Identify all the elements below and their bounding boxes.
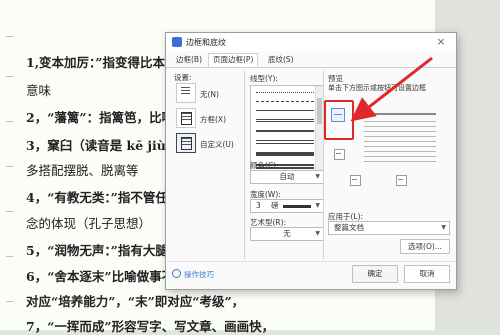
tab-shading[interactable]: 底纹(S): [264, 54, 298, 66]
preview-page-lines: [364, 113, 436, 165]
close-icon[interactable]: ×: [434, 35, 448, 49]
tips-label: 操作技巧: [184, 270, 214, 279]
dialog-tabs: 边框(B) 页面边框(P) 底纹(S): [166, 53, 456, 68]
tips-icon: [172, 269, 181, 278]
setting-custom-label[interactable]: 自定义(U): [200, 139, 234, 150]
chevron-down-icon: ▼: [315, 202, 320, 209]
right-border-icon[interactable]: [396, 175, 407, 186]
line-style-dashed[interactable]: [256, 101, 314, 102]
options-button[interactable]: 选项(O)...: [400, 239, 450, 254]
line-style-scrollbar[interactable]: [315, 86, 323, 176]
document-line-5[interactable]: 多搭配摆脱、脱离等: [26, 160, 139, 179]
apply-to-value: 整篇文档: [334, 223, 364, 232]
lines-icon: [181, 87, 190, 98]
document-line-1[interactable]: 1,变本加厉：”指变得比本: [26, 52, 165, 71]
setting-box-label[interactable]: 方框(X): [200, 114, 226, 125]
document-line-7[interactable]: 念的体现（孔子思想）: [26, 213, 151, 232]
chevron-down-icon: ▼: [441, 224, 446, 231]
document-line-9[interactable]: 6，“舍本逐末”比喻做事不: [26, 266, 174, 285]
document-line-3[interactable]: 2，“藩篱”：指篱笆，比喻: [26, 107, 174, 126]
tab-borders[interactable]: 边框(B): [172, 54, 206, 66]
settings-label: 设置:: [174, 73, 192, 82]
borders-shading-dialog: 边框和底纹 × 边框(B) 页面边框(P) 底纹(S) 设置: 无(N) 方框(…: [165, 32, 457, 290]
document-line-2[interactable]: 意味: [26, 80, 51, 99]
setting-none-option[interactable]: [176, 83, 196, 103]
margin-markers: [6, 36, 16, 306]
art-value: 无: [283, 229, 291, 238]
line-style-thick[interactable]: [256, 130, 314, 132]
line-style-label: 线型(Y):: [250, 74, 278, 83]
color-value: 自动: [279, 172, 295, 181]
line-style-thin[interactable]: [256, 110, 314, 111]
line-style-heavy[interactable]: [256, 152, 314, 156]
chevron-down-icon: ▼: [315, 230, 320, 237]
color-dropdown[interactable]: 自动 ▼: [250, 170, 324, 184]
width-sample-line: [283, 205, 311, 208]
bottom-border-icon[interactable]: [334, 149, 345, 160]
width-value: 3: [256, 201, 261, 210]
apply-to-dropdown[interactable]: 整篇文档 ▼: [328, 221, 450, 235]
cancel-button[interactable]: 取消: [404, 265, 450, 283]
document-line-6[interactable]: 4，“有教无类：”指不管任: [26, 187, 168, 206]
width-dropdown[interactable]: 3 磅 ▼: [250, 199, 324, 213]
divider: [323, 71, 324, 259]
line-style-dotted[interactable]: [256, 92, 314, 93]
left-border-icon[interactable]: [350, 175, 361, 186]
footer-divider: [166, 261, 456, 262]
line-style-double[interactable]: [256, 119, 314, 122]
preview-hint: 单击下方图示或按钮可设置边框: [328, 84, 426, 92]
width-unit: 磅: [271, 201, 279, 210]
setting-custom-option[interactable]: [176, 133, 196, 153]
document-line-4[interactable]: 3，窠臼（读音是 kē jiù）: [26, 135, 178, 154]
art-dropdown[interactable]: 无 ▼: [250, 227, 324, 241]
box-border-icon: [181, 112, 192, 125]
setting-box-option[interactable]: [176, 108, 196, 128]
ok-button[interactable]: 确定: [352, 265, 398, 283]
dialog-titlebar[interactable]: 边框和底纹 ×: [166, 33, 456, 51]
document-line-8[interactable]: 5，“润物无声：”指有大腿: [26, 240, 168, 259]
app-icon: [172, 37, 182, 47]
chevron-down-icon: ▼: [315, 173, 320, 180]
line-style-thick-double[interactable]: [256, 140, 314, 144]
document-line-10[interactable]: 对应“培养能力”，“末”即对应“考级”，: [26, 291, 244, 310]
tips-link[interactable]: 操作技巧: [172, 269, 214, 280]
tab-page-border[interactable]: 页面边框(P): [208, 53, 259, 67]
annotation-highlight-box: [324, 100, 354, 140]
divider: [244, 71, 245, 259]
dialog-title: 边框和底纹: [186, 38, 226, 47]
setting-none-label[interactable]: 无(N): [200, 89, 219, 100]
document-line-11[interactable]: 7，“一挥而成”形容写字、写文章、画画快，: [26, 316, 274, 335]
custom-border-icon: [181, 137, 192, 150]
